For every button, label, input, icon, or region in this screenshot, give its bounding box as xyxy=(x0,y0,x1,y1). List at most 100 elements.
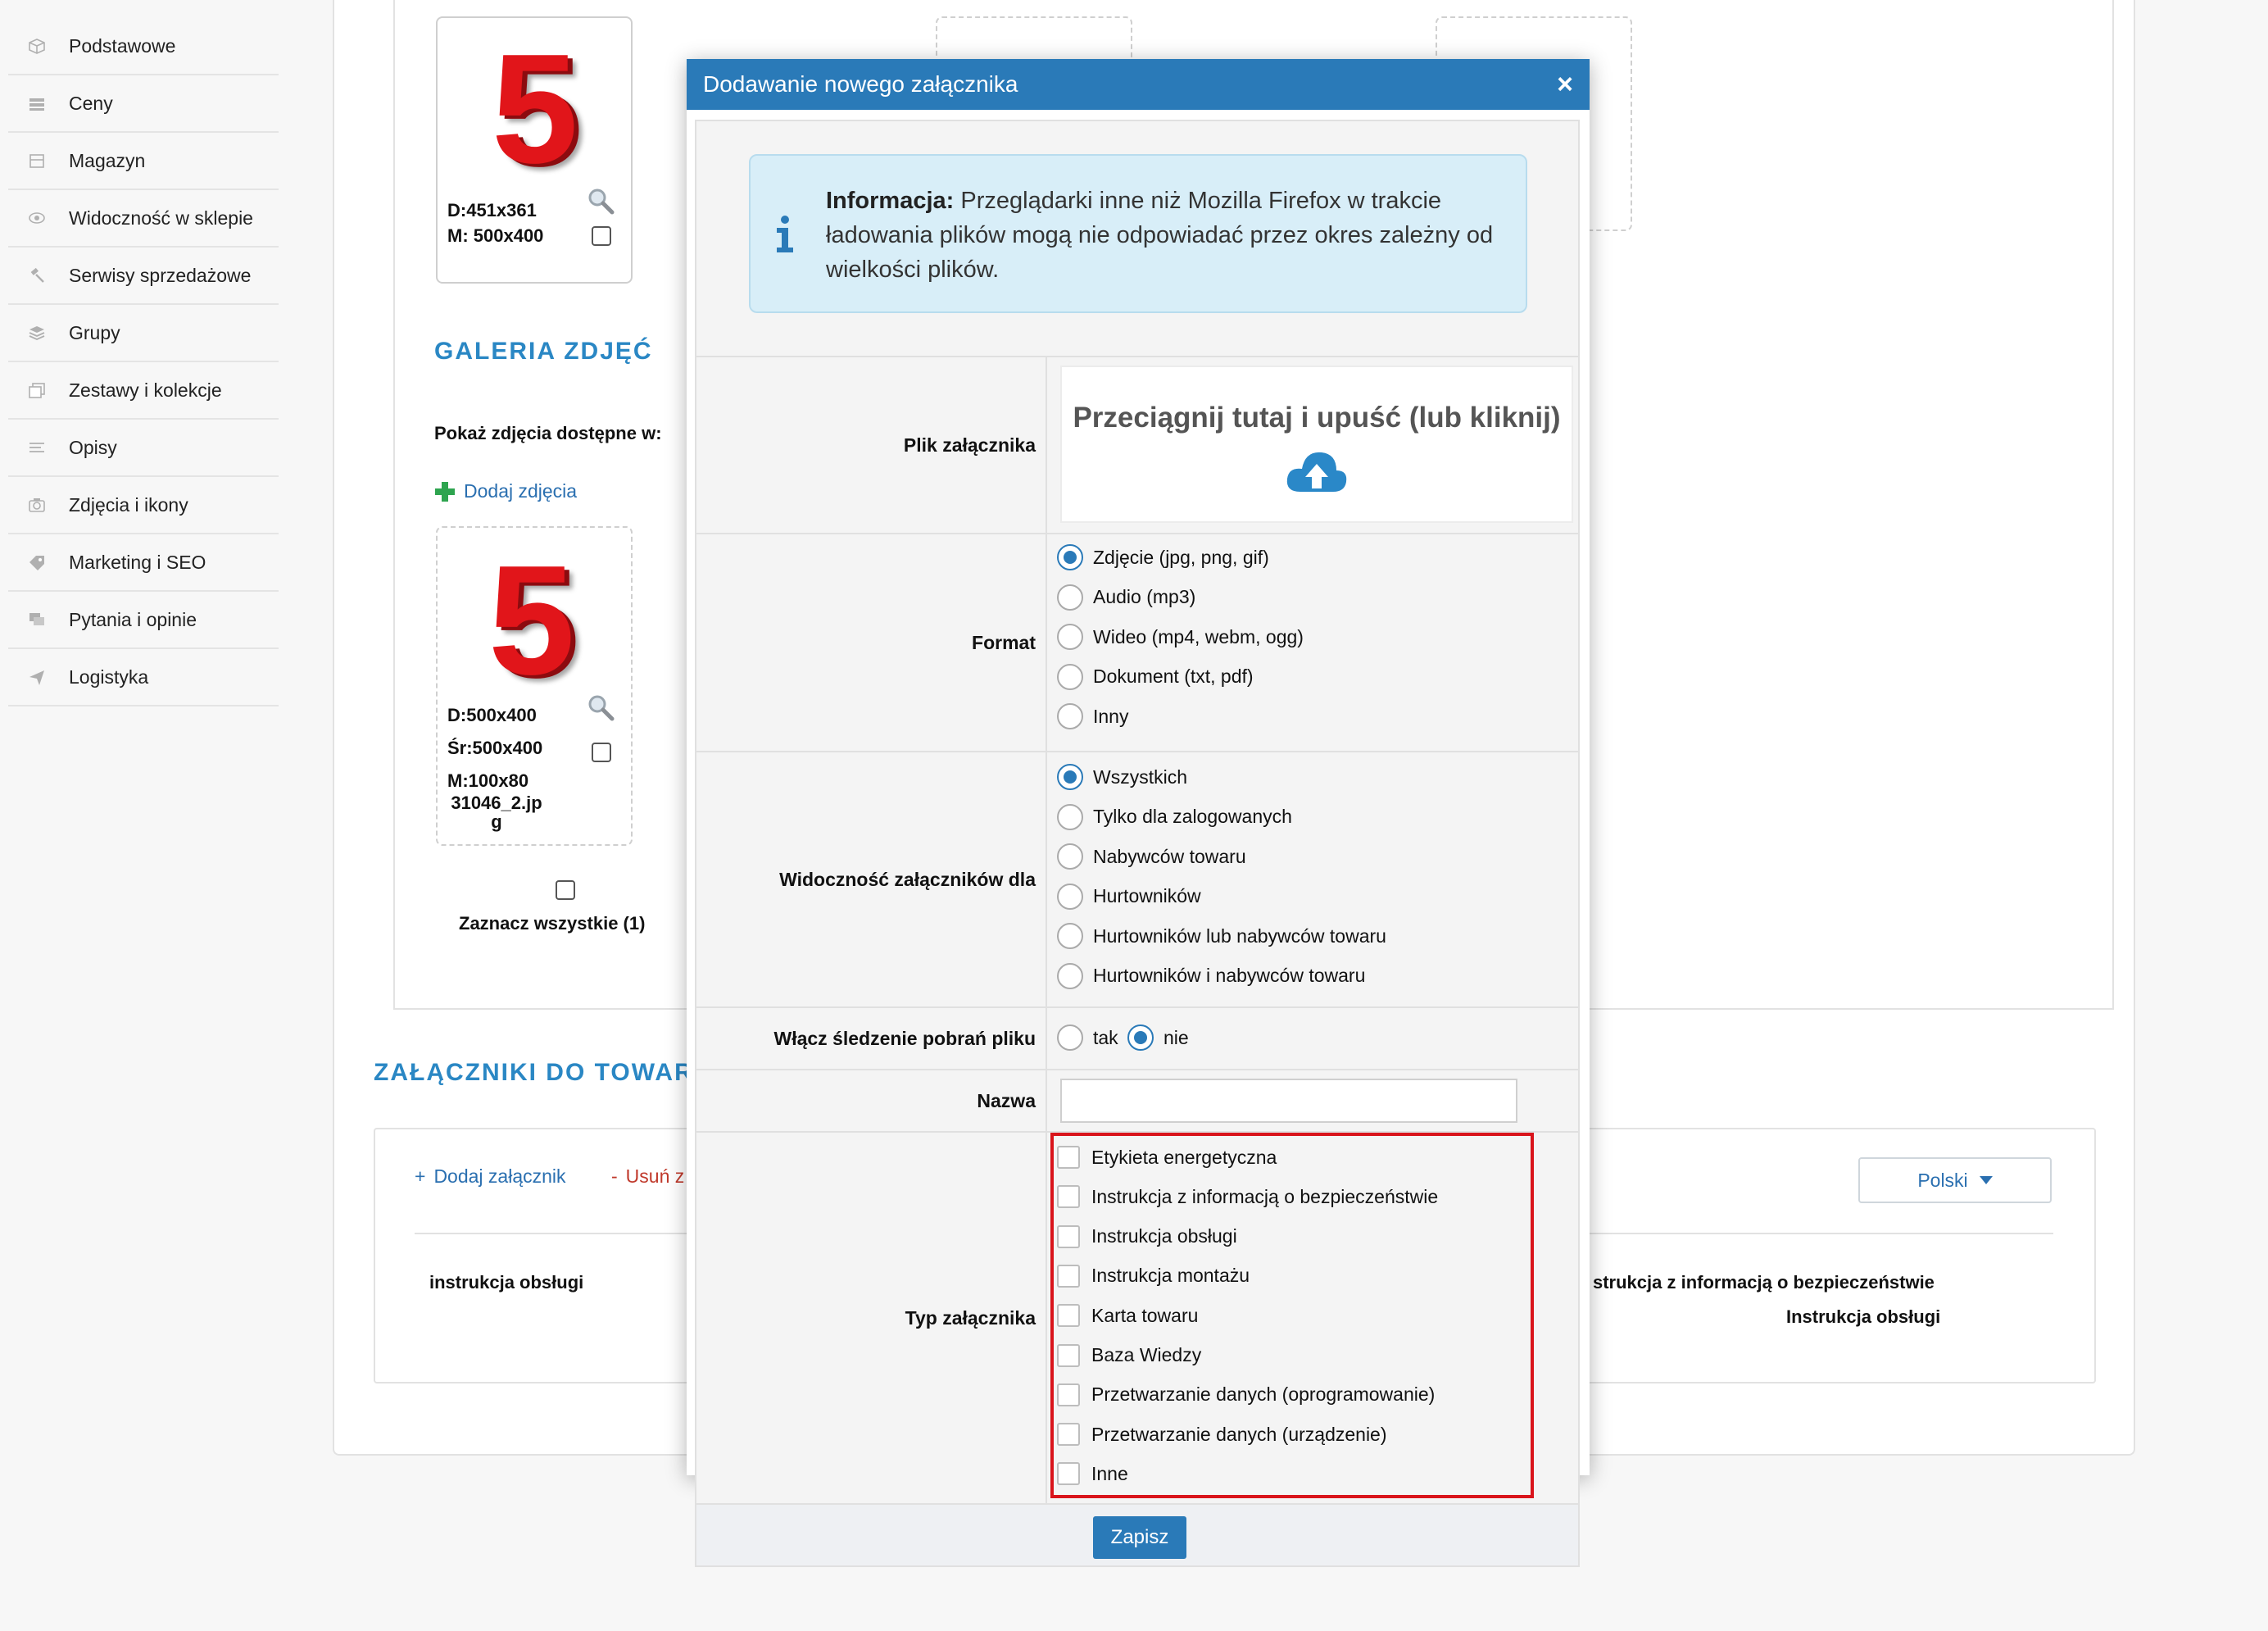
sidebar-item-label: Serwisy sprzedażowe xyxy=(69,264,252,286)
gallery-title: GALERIA ZDJĘĆ xyxy=(434,338,653,365)
format-option[interactable]: Audio (mp3) xyxy=(1057,584,1195,611)
sidebar-item-zdjęcia-i-ikony[interactable]: Zdjęcia i ikony xyxy=(8,477,279,534)
visibility-label: Tylko dla zalogowanych xyxy=(1093,806,1292,827)
modal-footer: Zapisz xyxy=(695,1505,1580,1567)
drop-zone-text: Przeciągnij tutaj i upuść (lub kliknij) xyxy=(1073,402,1561,434)
sidebar-item-label: Marketing i SEO xyxy=(69,551,206,573)
language-label: Polski xyxy=(1917,1169,1968,1191)
visibility-row: Widoczność załączników dla Wszystkich Tyl… xyxy=(695,752,1580,1008)
sidebar-item-serwisy-sprzedażowe[interactable]: Serwisy sprzedażowe xyxy=(8,248,279,305)
modal-title: Dodawanie nowego załącznika xyxy=(703,71,1018,97)
remove-attachment-link[interactable]: - Usuń z xyxy=(611,1165,684,1188)
tracking-label: Włącz śledzenie pobrań pliku xyxy=(696,1008,1047,1069)
format-label: Zdjęcie (jpg, png, gif) xyxy=(1093,546,1269,568)
visibility-option[interactable]: Wszystkich xyxy=(1057,764,1187,790)
tracking-row: Włącz śledzenie pobrań pliku tak nie xyxy=(695,1008,1580,1070)
visibility-option[interactable]: Tylko dla zalogowanych xyxy=(1057,803,1292,830)
format-option[interactable]: Dokument (txt, pdf) xyxy=(1057,663,1254,690)
remove-attachment-label: Usuń z xyxy=(625,1165,685,1187)
visibility-label: Wszystkich xyxy=(1093,766,1187,788)
visibility-option[interactable]: Hurtowników i nabywców towaru xyxy=(1057,962,1365,989)
sidebar-item-pytania-i-opinie[interactable]: Pytania i opinie xyxy=(8,592,279,649)
format-option[interactable]: Wideo (mp4, webm, ogg) xyxy=(1057,624,1304,650)
add-photos-link[interactable]: Dodaj zdjęcia xyxy=(434,480,577,502)
gallery-photo-checkbox[interactable] xyxy=(592,743,611,762)
format-radio[interactable] xyxy=(1057,624,1083,650)
close-icon[interactable]: × xyxy=(1557,69,1573,101)
gallery-photo-sr: Śr:500x400 xyxy=(447,738,543,758)
sidebar-item-marketing-i-seo[interactable]: Marketing i SEO xyxy=(8,534,279,592)
sidebar-item-logistyka[interactable]: Logistyka xyxy=(8,649,279,706)
format-radio[interactable] xyxy=(1057,663,1083,690)
sidebar-item-podstawowe[interactable]: Podstawowe xyxy=(8,18,279,75)
info-icon xyxy=(777,216,793,252)
main-image-checkbox[interactable] xyxy=(592,226,611,246)
file-row: Plik załącznika Przeciągnij tutaj i upuś… xyxy=(695,357,1580,534)
visibility-radio[interactable] xyxy=(1057,843,1083,870)
visibility-option[interactable]: Nabywców towaru xyxy=(1057,843,1246,870)
visibility-option[interactable]: Hurtowników lub nabywców towaru xyxy=(1057,923,1386,949)
sidebar-item-magazyn[interactable]: Magazyn xyxy=(8,133,279,190)
format-label: Audio (mp3) xyxy=(1093,586,1196,607)
visibility-radio[interactable] xyxy=(1057,883,1083,910)
tracking-no-option[interactable]: nie xyxy=(1127,1024,1189,1051)
main-image-dims-line1: D:451x361 xyxy=(447,200,537,220)
format-options: Zdjęcie (jpg, png, gif) Audio (mp3) Wideo … xyxy=(1049,534,1578,751)
sidebar-item-label: Ceny xyxy=(69,92,113,114)
sidebar-item-zestawy-i-kolekcje[interactable]: Zestawy i kolekcje xyxy=(8,362,279,420)
select-all-checkbox[interactable] xyxy=(556,880,575,900)
attachment-row-type-2: Instrukcja obsługi xyxy=(1786,1306,1941,1327)
sidebar-item-grupy[interactable]: Grupy xyxy=(8,305,279,362)
name-value xyxy=(1049,1070,1578,1131)
plus-icon xyxy=(435,481,455,502)
tracking-yes-option[interactable]: tak xyxy=(1057,1024,1118,1051)
zoom-icon[interactable] xyxy=(587,693,615,721)
format-radio[interactable] xyxy=(1057,584,1083,611)
modal-header: Dodawanie nowego załącznika × xyxy=(687,59,1590,110)
format-radio[interactable] xyxy=(1057,544,1083,570)
tag-icon xyxy=(26,554,48,570)
caret-down-icon xyxy=(1979,1176,1993,1184)
language-dropdown[interactable]: Polski xyxy=(1858,1157,2052,1203)
attachments-title: ZAŁĄCZNIKI DO TOWARÓW xyxy=(374,1059,693,1086)
visibility-label: Widoczność załączników dla xyxy=(696,752,1047,1006)
type-label: Typ załącznika xyxy=(696,1133,1047,1503)
tracking-options: tak nie xyxy=(1049,1008,1578,1069)
save-button[interactable]: Zapisz xyxy=(1093,1516,1186,1559)
zoom-icon[interactable] xyxy=(587,187,615,215)
visibility-options: Wszystkich Tylko dla zalogowanych Nabywców… xyxy=(1049,752,1578,1006)
gallery-photo-card: 5 D:500x400 Śr:500x400 M:100x80 31046_2.… xyxy=(436,526,633,846)
format-option[interactable]: Inny xyxy=(1057,703,1128,729)
format-radio[interactable] xyxy=(1057,703,1083,729)
visibility-label: Nabywców towaru xyxy=(1093,845,1246,867)
tracking-yes-label: tak xyxy=(1093,1026,1118,1048)
file-value: Przeciągnij tutaj i upuść (lub kliknij) xyxy=(1049,357,1578,533)
visibility-radio[interactable] xyxy=(1057,923,1083,949)
visibility-option[interactable]: Hurtowników xyxy=(1057,883,1201,910)
tracking-no-radio[interactable] xyxy=(1127,1024,1154,1051)
text-lines-icon xyxy=(26,439,48,456)
visibility-radio[interactable] xyxy=(1057,962,1083,989)
sidebar-item-label: Magazyn xyxy=(69,149,146,171)
format-option[interactable]: Zdjęcie (jpg, png, gif) xyxy=(1057,544,1269,570)
cloud-upload-icon xyxy=(1286,452,1347,492)
tracking-yes-radio[interactable] xyxy=(1057,1024,1083,1051)
sidebar-item-ceny[interactable]: Ceny xyxy=(8,75,279,133)
main-image-dims: D:451x361 M: 500x400 xyxy=(447,198,543,249)
file-drop-zone[interactable]: Przeciągnij tutaj i upuść (lub kliknij) xyxy=(1060,366,1573,523)
collection-icon xyxy=(26,382,48,398)
sidebar-item-opisy[interactable]: Opisy xyxy=(8,420,279,477)
gallery-photo-m: M:100x80 xyxy=(447,770,529,791)
info-box: Informacja: Przeglądarki inne niż Mozill… xyxy=(749,154,1527,313)
select-all-label: Zaznacz wszystkie (1) xyxy=(459,913,646,934)
sidebar-item-widoczność-w-sklepie[interactable]: Widoczność w sklepie xyxy=(8,190,279,248)
attachment-row-name: instrukcja obsługi xyxy=(429,1272,584,1293)
visibility-radio[interactable] xyxy=(1057,764,1083,790)
name-input[interactable] xyxy=(1060,1079,1517,1123)
visibility-radio[interactable] xyxy=(1057,803,1083,830)
add-attachment-link[interactable]: + Dodaj załącznik xyxy=(415,1165,566,1188)
attachment-row-type-1: strukcja z informacją o bezpieczeństwie xyxy=(1593,1272,1935,1293)
layers-icon xyxy=(26,325,48,341)
sidebar-item-label: Grupy xyxy=(69,321,120,343)
main-image-dims-line2: M: 500x400 xyxy=(447,225,544,246)
